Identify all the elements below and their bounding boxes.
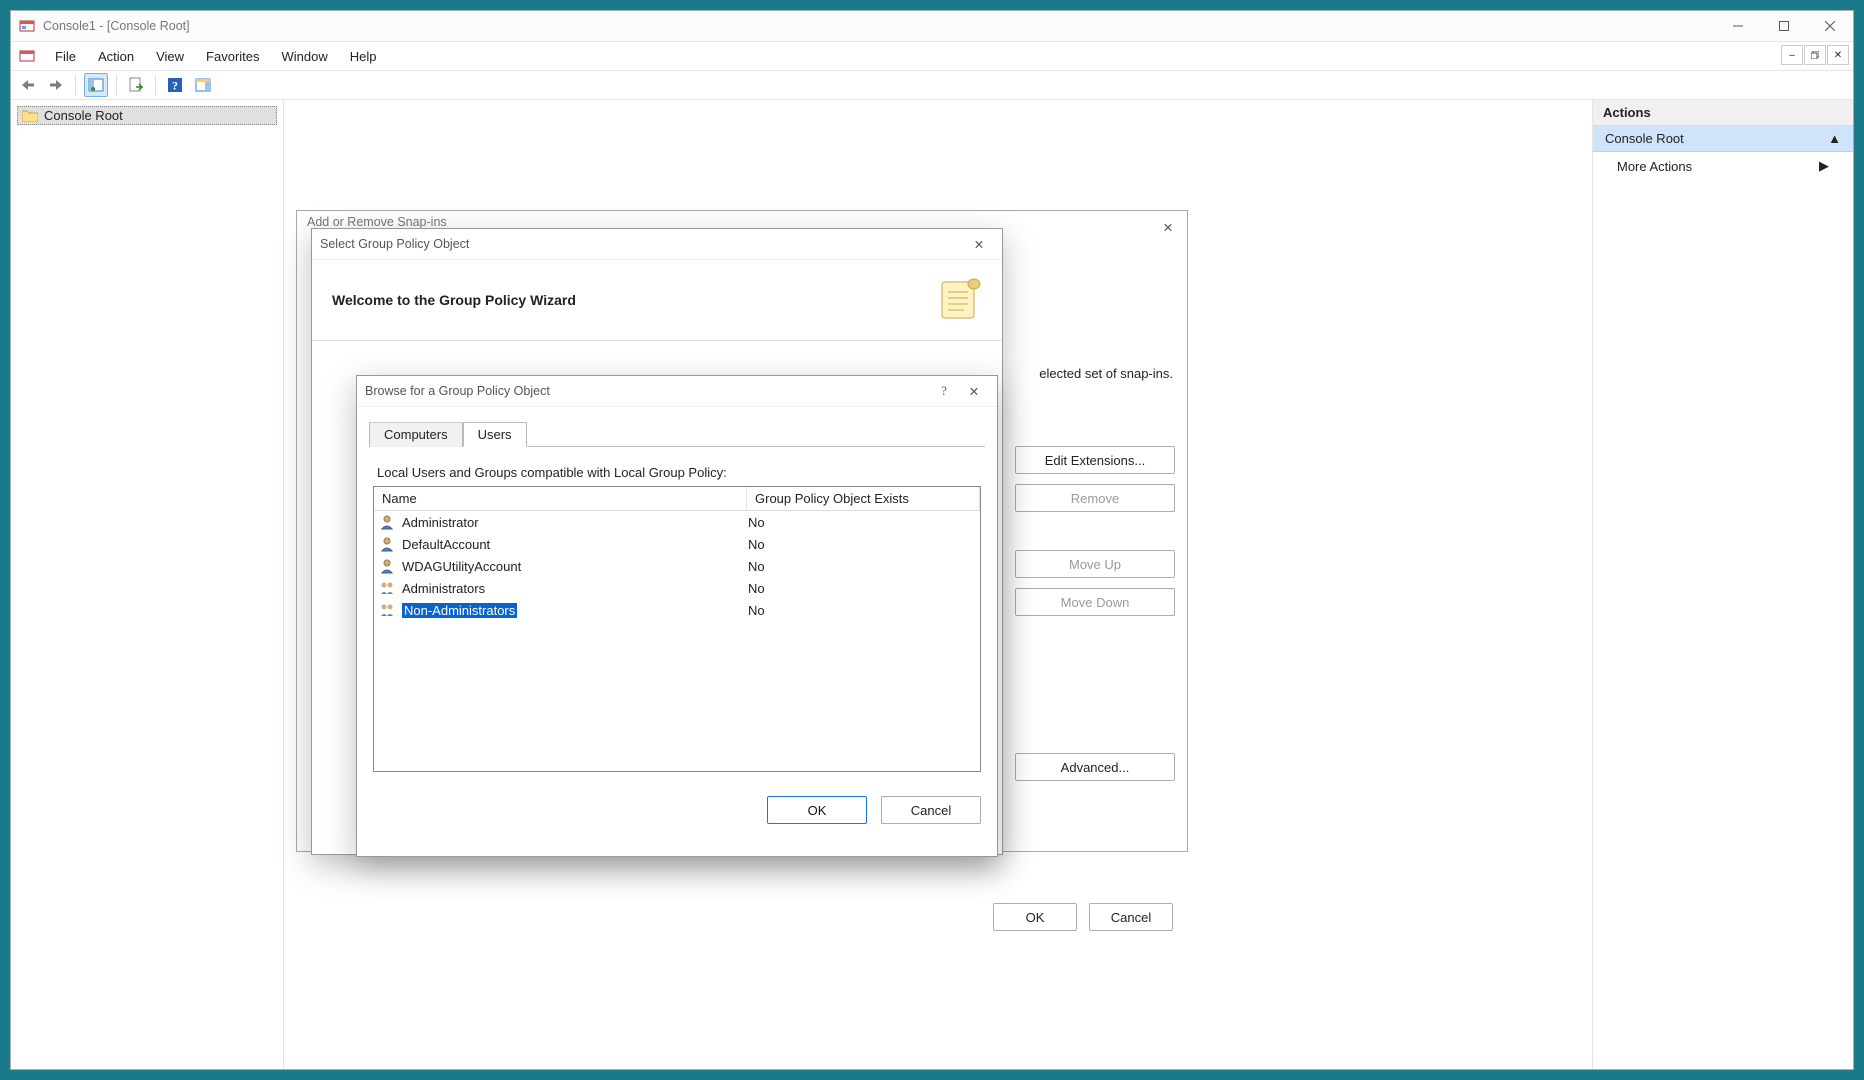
- wizard-title: Select Group Policy Object: [320, 237, 469, 251]
- app-icon: [19, 18, 35, 34]
- edit-extensions-button[interactable]: Edit Extensions...: [1015, 446, 1175, 474]
- maximize-button[interactable]: [1761, 11, 1807, 41]
- toolbar-sep: [75, 75, 76, 95]
- scroll-icon: [934, 276, 982, 324]
- browse-title: Browse for a Group Policy Object: [365, 384, 550, 398]
- forward-button[interactable]: [45, 74, 67, 96]
- folder-icon: [22, 109, 38, 122]
- window-title: Console1 - [Console Root]: [43, 19, 1715, 33]
- move-up-button[interactable]: Move Up: [1015, 550, 1175, 578]
- row-name: Non-Administrators: [400, 603, 742, 618]
- close-button[interactable]: [1807, 11, 1853, 41]
- menu-favorites[interactable]: Favorites: [196, 45, 269, 68]
- tab-users[interactable]: Users: [463, 422, 527, 447]
- browse-titlebar: Browse for a Group Policy Object ? ✕: [357, 376, 997, 407]
- export-button[interactable]: [125, 74, 147, 96]
- browse-dialog: Browse for a Group Policy Object ? ✕ Com…: [356, 375, 998, 857]
- col-name[interactable]: Name: [374, 487, 747, 510]
- actions-more[interactable]: More Actions ▶: [1593, 152, 1853, 180]
- row-exists: No: [742, 537, 980, 552]
- browse-ok-button[interactable]: OK: [767, 796, 867, 824]
- snapins-hint: elected set of snap-ins.: [1039, 366, 1173, 381]
- list-row-administrators[interactable]: AdministratorsNo: [374, 577, 980, 599]
- snapins-cancel-button[interactable]: Cancel: [1089, 903, 1173, 931]
- row-exists: No: [742, 559, 980, 574]
- col-exists[interactable]: Group Policy Object Exists: [747, 487, 980, 510]
- tree-root-label: Console Root: [44, 108, 123, 123]
- window-controls: [1715, 11, 1853, 41]
- snapins-title: Add or Remove Snap-ins: [307, 215, 447, 229]
- doc-icon: [19, 48, 35, 64]
- help-icon[interactable]: ?: [929, 384, 959, 399]
- actions-root-label: Console Root: [1605, 131, 1684, 146]
- titlebar: Console1 - [Console Root]: [11, 11, 1853, 42]
- toolbar-sep2: [116, 75, 117, 95]
- show-actions-button[interactable]: [192, 74, 214, 96]
- menu-action[interactable]: Action: [88, 45, 144, 68]
- tree-pane[interactable]: Console Root: [11, 100, 284, 1069]
- browse-pane: Local Users and Groups compatible with L…: [357, 447, 997, 784]
- mdi-controls: – ✕: [1781, 45, 1849, 65]
- remove-button[interactable]: Remove: [1015, 484, 1175, 512]
- row-exists: No: [742, 581, 980, 596]
- menubar: File Action View Favorites Window Help –…: [11, 42, 1853, 71]
- snapins-close[interactable]: ✕: [1153, 213, 1183, 241]
- row-exists: No: [742, 603, 980, 618]
- snapins-ok-button[interactable]: OK: [993, 903, 1077, 931]
- actions-header: Actions: [1593, 100, 1853, 126]
- list-row-defaultaccount[interactable]: DefaultAccountNo: [374, 533, 980, 555]
- row-name: Administrator: [400, 515, 742, 530]
- chevron-right-icon: ▶: [1819, 158, 1829, 174]
- browse-tabs: Computers Users: [369, 421, 985, 447]
- row-name: DefaultAccount: [400, 537, 742, 552]
- svg-text:?: ?: [172, 79, 178, 93]
- move-down-button[interactable]: Move Down: [1015, 588, 1175, 616]
- actions-root[interactable]: Console Root ▲: [1593, 126, 1853, 152]
- mdi-close[interactable]: ✕: [1827, 45, 1849, 65]
- group-icon: [378, 601, 396, 619]
- user-icon: [378, 535, 396, 553]
- advanced-button[interactable]: Advanced...: [1015, 753, 1175, 781]
- actions-more-label: More Actions: [1617, 159, 1692, 174]
- tree-root[interactable]: Console Root: [17, 106, 277, 125]
- browse-footer: OK Cancel: [357, 784, 997, 836]
- minimize-button[interactable]: [1715, 11, 1761, 41]
- wizard-heading: Welcome to the Group Policy Wizard: [332, 292, 576, 308]
- tab-computers[interactable]: Computers: [369, 422, 463, 447]
- user-icon: [378, 557, 396, 575]
- browse-close[interactable]: ✕: [959, 377, 989, 405]
- collapse-icon: ▲: [1828, 131, 1841, 146]
- user-icon: [378, 513, 396, 531]
- browse-cancel-button[interactable]: Cancel: [881, 796, 981, 824]
- help-button[interactable]: ?: [164, 74, 186, 96]
- list-row-non-administrators[interactable]: Non-AdministratorsNo: [374, 599, 980, 621]
- back-button[interactable]: [17, 74, 39, 96]
- mdi-restore[interactable]: [1804, 45, 1826, 65]
- row-name: Administrators: [400, 581, 742, 596]
- wizard-titlebar: Select Group Policy Object ✕: [312, 229, 1002, 260]
- wizard-banner: Welcome to the Group Policy Wizard: [312, 260, 1002, 341]
- list-header: Name Group Policy Object Exists: [374, 487, 980, 511]
- menu-window[interactable]: Window: [272, 45, 338, 68]
- menu-view[interactable]: View: [146, 45, 194, 68]
- mmc-window: Console1 - [Console Root] File Action Vi…: [10, 10, 1854, 1070]
- group-icon: [378, 579, 396, 597]
- content-area: Console Root Actions Console Root ▲ More…: [11, 100, 1853, 1069]
- row-exists: No: [742, 515, 980, 530]
- menu-help[interactable]: Help: [340, 45, 387, 68]
- snapins-footer: OK Cancel: [993, 903, 1173, 931]
- snapins-right-buttons: Edit Extensions... Remove Move Up Move D…: [1015, 446, 1175, 616]
- mdi-minimize[interactable]: –: [1781, 45, 1803, 65]
- show-tree-button[interactable]: [84, 73, 108, 97]
- row-name: WDAGUtilityAccount: [400, 559, 742, 574]
- list-row-wdagutilityaccount[interactable]: WDAGUtilityAccountNo: [374, 555, 980, 577]
- user-list[interactable]: Name Group Policy Object Exists Administ…: [373, 486, 981, 772]
- toolbar: ?: [11, 71, 1853, 100]
- list-label: Local Users and Groups compatible with L…: [377, 465, 977, 480]
- wizard-close[interactable]: ✕: [964, 230, 994, 258]
- toolbar-sep3: [155, 75, 156, 95]
- menu-file[interactable]: File: [45, 45, 86, 68]
- list-row-administrator[interactable]: AdministratorNo: [374, 511, 980, 533]
- actions-pane: Actions Console Root ▲ More Actions ▶: [1592, 100, 1853, 1069]
